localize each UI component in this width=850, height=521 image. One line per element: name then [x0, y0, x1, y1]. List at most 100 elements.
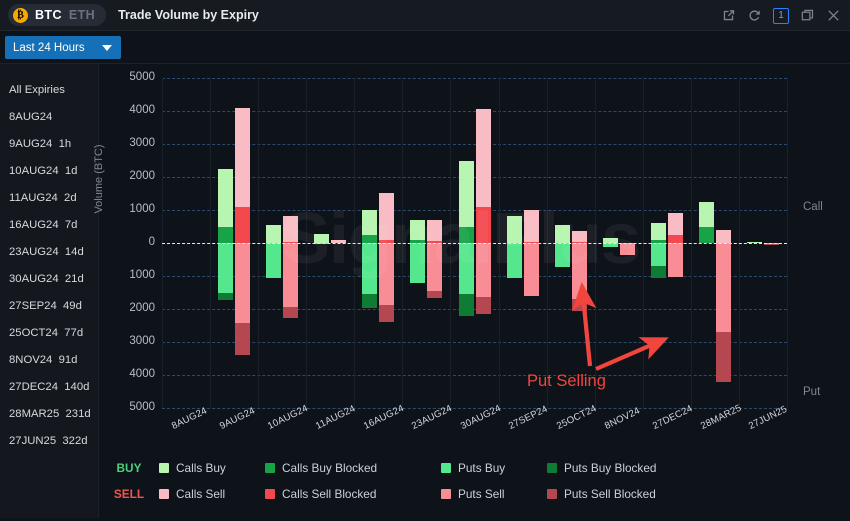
time-range-dropdown[interactable]: Last 24 Hours — [5, 36, 121, 59]
legend-item-calls-sell-blocked[interactable]: Calls Sell Blocked — [265, 487, 413, 501]
expiry-sidebar[interactable]: All Expiries8AUG249AUG24 1h10AUG24 1d11A… — [0, 64, 99, 518]
sidebar-item-25oct24[interactable]: 25OCT24 77d — [0, 320, 98, 347]
sidebar-item-label: 27DEC24 — [9, 381, 58, 393]
sidebar-item-27sep24[interactable]: 27SEP24 49d — [0, 293, 98, 320]
legend-swatch — [441, 489, 451, 499]
toolbar: Last 24 Hours — [0, 31, 850, 64]
bar-segment — [651, 266, 666, 278]
gridline — [162, 276, 787, 277]
legend-item-calls-buy-blocked[interactable]: Calls Buy Blocked — [265, 461, 413, 475]
legend-label: Calls Buy Blocked — [282, 461, 377, 475]
y-axis-tick: 0 — [99, 236, 155, 248]
close-icon[interactable] — [826, 8, 841, 23]
sidebar-item-23aug24[interactable]: 23AUG24 14d — [0, 239, 98, 266]
chevron-down-icon — [102, 45, 112, 51]
bar-segment — [524, 243, 539, 296]
bar-segment — [668, 243, 683, 277]
bar-segment — [235, 243, 250, 323]
sidebar-item-27dec24[interactable]: 27DEC24 140d — [0, 374, 98, 401]
sidebar-item-dte: 140d — [58, 381, 89, 393]
bar-segment — [620, 243, 635, 255]
y-axis-tick: 3000 — [99, 335, 155, 347]
legend-swatch — [265, 463, 275, 473]
y-axis-tick: 2000 — [99, 170, 155, 182]
sidebar-item-30aug24[interactable]: 30AUG24 21d — [0, 266, 98, 293]
legend-item-puts-buy[interactable]: Puts Buy — [441, 461, 519, 475]
sidebar-item-label: 8NOV24 — [9, 354, 52, 366]
bar-segment — [459, 243, 474, 294]
y-axis-tick: 4000 — [99, 368, 155, 380]
gridline — [162, 78, 787, 79]
legend-item-puts-sell-blocked[interactable]: Puts Sell Blocked — [547, 487, 695, 501]
sidebar-item-10aug24[interactable]: 10AUG24 1d — [0, 158, 98, 185]
gridline — [162, 342, 787, 343]
y-axis-tick: 1000 — [99, 269, 155, 281]
bar-segment — [379, 305, 394, 322]
annotation-label: Put Selling — [527, 372, 606, 391]
sidebar-item-28mar25[interactable]: 28MAR25 231d — [0, 401, 98, 428]
gridline — [162, 111, 787, 112]
sidebar-item-11aug24[interactable]: 11AUG24 2d — [0, 185, 98, 212]
asset-eth[interactable]: ETH — [69, 8, 95, 22]
sidebar-item-8nov24[interactable]: 8NOV24 91d — [0, 347, 98, 374]
sidebar-item-all-expiries[interactable]: All Expiries — [0, 77, 98, 104]
sidebar-item-dte: 91d — [52, 354, 77, 366]
asset-toggle[interactable]: ₿ BTC ETH — [8, 4, 106, 26]
y-axis-tick: 1000 — [99, 203, 155, 215]
vertical-gridline — [787, 78, 788, 408]
plot-canvas: SignalPlus 50004000300020001000010002000… — [162, 78, 787, 408]
sidebar-item-label: 8AUG24 — [9, 111, 52, 123]
legend-swatch — [159, 463, 169, 473]
legend-item-calls-sell[interactable]: Calls Sell — [159, 487, 237, 501]
x-axis-tick: 8AUG24 — [170, 405, 209, 432]
bar-segment — [427, 291, 442, 299]
bar-segment — [362, 243, 377, 294]
refresh-icon[interactable] — [747, 8, 762, 23]
asset-btc[interactable]: BTC — [35, 8, 62, 22]
bar-segment — [764, 244, 779, 245]
y-axis-tick: 5000 — [99, 401, 155, 413]
legend-label: Calls Buy — [176, 461, 226, 475]
legend-item-puts-sell[interactable]: Puts Sell — [441, 487, 519, 501]
legend-swatch — [547, 463, 557, 473]
sidebar-item-8aug24[interactable]: 8AUG24 — [0, 104, 98, 131]
instance-badge[interactable]: 1 — [773, 8, 789, 24]
sidebar-item-27jun25[interactable]: 27JUN25 322d — [0, 428, 98, 455]
zero-line — [162, 243, 787, 244]
legend-item-calls-buy[interactable]: Calls Buy — [159, 461, 237, 475]
gridline — [162, 408, 787, 409]
page-title: Trade Volume by Expiry — [118, 8, 259, 22]
bar-segment — [235, 323, 250, 355]
y-axis-tick: 2000 — [99, 302, 155, 314]
title-bar: ₿ BTC ETH Trade Volume by Expiry 1 — [0, 0, 850, 31]
bar-segment — [218, 243, 233, 293]
external-link-icon[interactable] — [721, 8, 736, 23]
bar-segment — [427, 243, 442, 291]
gridline — [162, 177, 787, 178]
bar-segment — [572, 299, 587, 311]
sidebar-item-label: 10AUG24 — [9, 165, 59, 177]
sidebar-item-dte: 14d — [59, 246, 84, 258]
sidebar-item-9aug24[interactable]: 9AUG24 1h — [0, 131, 98, 158]
duplicate-icon[interactable] — [800, 8, 815, 23]
sidebar-item-label: 9AUG24 — [9, 138, 52, 150]
sidebar-item-dte: 77d — [58, 327, 83, 339]
sidebar-item-label: 27SEP24 — [9, 300, 57, 312]
legend-row-sell: SELLCalls SellCalls Sell BlockedPuts Sel… — [99, 481, 850, 507]
legend-label: Calls Sell Blocked — [282, 487, 376, 501]
sidebar-item-label: 27JUN25 — [9, 435, 56, 447]
bitcoin-icon: ₿ — [13, 8, 28, 23]
sidebar-item-16aug24[interactable]: 16AUG24 7d — [0, 212, 98, 239]
sidebar-item-label: All Expiries — [9, 84, 65, 96]
chart-legend: BUYCalls BuyCalls Buy BlockedPuts BuyPut… — [99, 455, 850, 521]
legend-item-puts-buy-blocked[interactable]: Puts Buy Blocked — [547, 461, 695, 475]
sidebar-item-dte: 2d — [58, 192, 77, 204]
sidebar-item-label: 25OCT24 — [9, 327, 58, 339]
sidebar-item-dte: 1d — [59, 165, 78, 177]
bar-segment — [283, 243, 298, 307]
sidebar-item-label: 16AUG24 — [9, 219, 59, 231]
y-axis-tick: 4000 — [99, 104, 155, 116]
bar-segment — [218, 293, 233, 301]
bar-segment — [266, 243, 281, 278]
call-region-label: Call — [803, 201, 823, 213]
